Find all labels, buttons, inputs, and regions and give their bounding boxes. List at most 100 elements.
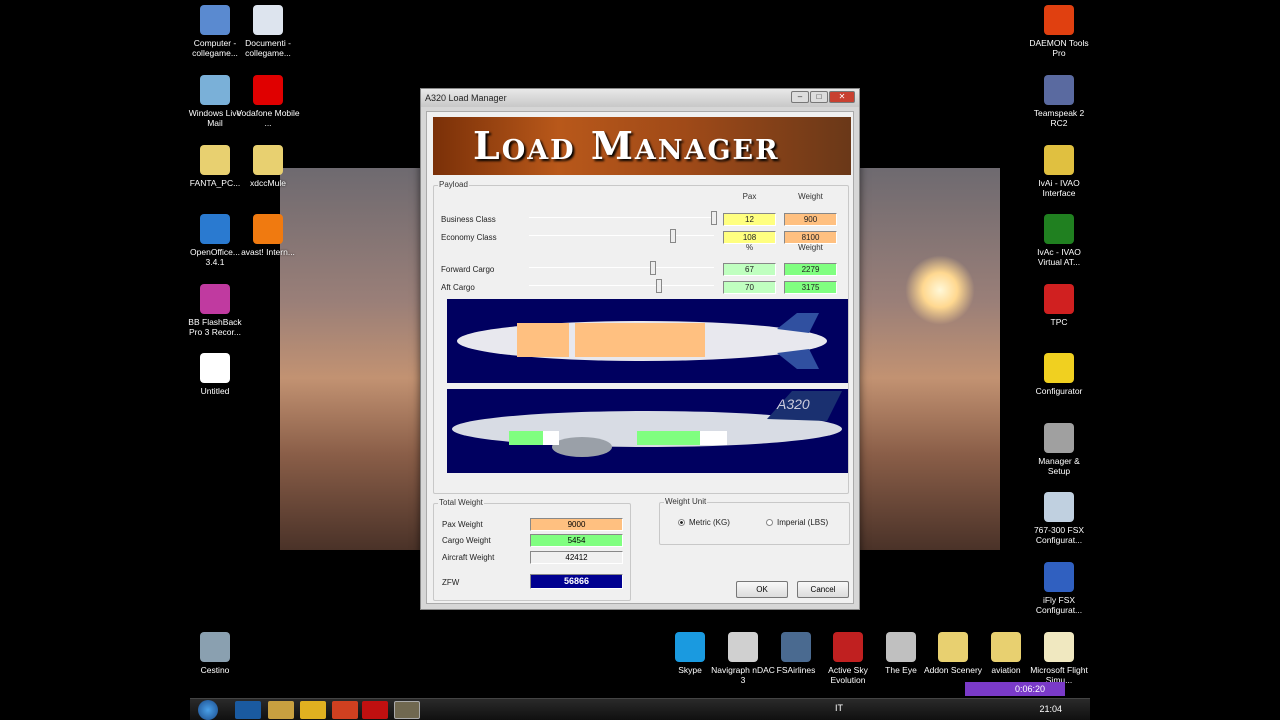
title-bar[interactable]: A320 Load Manager – □ ✕ bbox=[421, 89, 859, 107]
window-title: A320 Load Manager bbox=[425, 93, 507, 103]
desktop-icon[interactable]: avast! Intern... bbox=[236, 214, 300, 257]
slider-thumb[interactable] bbox=[670, 229, 677, 243]
zfw-value: 56866 bbox=[530, 574, 623, 589]
desktop-icon[interactable]: Manager & Setup bbox=[1027, 423, 1091, 476]
shortcut-icon bbox=[200, 5, 230, 35]
desktop-icon[interactable]: Teamspeak 2 RC2 bbox=[1027, 75, 1091, 128]
economy-class-slider[interactable] bbox=[529, 229, 714, 243]
ie-taskbar-icon[interactable] bbox=[235, 701, 261, 719]
shortcut-icon bbox=[253, 145, 283, 175]
banner-title: Load Manager bbox=[473, 123, 780, 168]
shortcut-icon bbox=[200, 75, 230, 105]
recorder-bar[interactable]: 0:06:20 bbox=[965, 682, 1065, 696]
minimize-button[interactable]: – bbox=[791, 91, 809, 103]
business-load-area bbox=[517, 323, 569, 357]
desktop-icon[interactable]: IvAi - IVAO Interface bbox=[1027, 145, 1091, 198]
weight-unit-group: Weight Unit Metric (KG) Imperial (LBS) bbox=[659, 497, 850, 545]
desktop-icon[interactable]: Untitled bbox=[183, 353, 247, 396]
cancel-button[interactable]: Cancel bbox=[797, 581, 849, 598]
metric-radio[interactable]: Metric (KG) bbox=[678, 518, 730, 527]
forward-cargo-label: Forward Cargo bbox=[441, 265, 495, 274]
load-manager-window: A320 Load Manager – □ ✕ Load Manager Pay… bbox=[420, 88, 860, 610]
radio-empty-icon bbox=[766, 519, 773, 526]
tail-text: A320 bbox=[776, 396, 810, 412]
slider-thumb[interactable] bbox=[655, 279, 662, 293]
desktop-icon[interactable]: Configurator bbox=[1027, 353, 1091, 396]
acrobat-taskbar-icon[interactable] bbox=[362, 701, 388, 719]
desktop-icon[interactable]: 767-300 FSX Configurat... bbox=[1027, 492, 1091, 545]
desktop-icon[interactable]: Cestino bbox=[183, 632, 247, 675]
desktop-icon[interactable]: DAEMON Tools Pro bbox=[1027, 5, 1091, 58]
desktop-icon-label: IvAi - IVAO Interface bbox=[1038, 178, 1080, 198]
desktop-icon-label: Untitled bbox=[200, 386, 230, 396]
forward-cargo-slider[interactable] bbox=[529, 261, 714, 275]
close-button[interactable]: ✕ bbox=[829, 91, 855, 103]
desktop-icon[interactable]: iFly FSX Configurat... bbox=[1027, 562, 1091, 615]
pax-weight-value: 9000 bbox=[530, 518, 623, 531]
desktop-icon[interactable]: IvAc - IVAO Virtual AT... bbox=[1027, 214, 1091, 267]
shortcut-icon bbox=[200, 284, 230, 314]
desktop-icon-label: DAEMON Tools Pro bbox=[1029, 38, 1089, 58]
aft-cargo-value: 70 bbox=[723, 281, 776, 294]
slider-thumb[interactable] bbox=[649, 261, 656, 275]
aircraft-weight-label: Aircraft Weight bbox=[442, 553, 495, 562]
shortcut-icon bbox=[1044, 632, 1074, 662]
side-view-image: A320 bbox=[447, 389, 848, 473]
clock[interactable]: 21:04 bbox=[1039, 704, 1062, 714]
aft-cargo-fill bbox=[637, 431, 700, 445]
desktop-icon[interactable]: TPC bbox=[1027, 284, 1091, 327]
language-indicator[interactable]: IT bbox=[835, 703, 843, 713]
ok-button[interactable]: OK bbox=[736, 581, 788, 598]
shortcut-icon bbox=[253, 5, 283, 35]
explorer-taskbar-icon[interactable] bbox=[268, 701, 294, 719]
metric-label: Metric (KG) bbox=[689, 518, 730, 527]
shortcut-icon bbox=[1044, 75, 1074, 105]
economy-load-area bbox=[575, 323, 705, 357]
loadmanager-taskbar-icon[interactable] bbox=[394, 701, 420, 719]
desktop-icon[interactable]: Documenti - collegame... bbox=[236, 5, 300, 58]
forward-cargo-fill bbox=[509, 431, 543, 445]
total-weight-group: Total Weight Pax Weight 9000 Cargo Weigh… bbox=[433, 498, 631, 601]
desktop-icon-label: Teamspeak 2 RC2 bbox=[1033, 108, 1085, 128]
shortcut-icon bbox=[200, 214, 230, 244]
start-button[interactable] bbox=[198, 700, 218, 720]
percent-header: % bbox=[745, 243, 754, 252]
shortcut-icon bbox=[1044, 492, 1074, 522]
shortcut-icon bbox=[728, 632, 758, 662]
maximize-button[interactable]: □ bbox=[810, 91, 828, 103]
pax-weight-label: Pax Weight bbox=[442, 520, 483, 529]
shortcut-icon bbox=[991, 632, 1021, 662]
business-class-slider[interactable] bbox=[529, 211, 717, 225]
aircraft-weight-value: 42412 bbox=[530, 551, 623, 564]
desktop-icon[interactable]: Vodafone Mobile ... bbox=[236, 75, 300, 128]
shortcut-icon bbox=[1044, 5, 1074, 35]
slider-thumb[interactable] bbox=[711, 211, 717, 225]
desktop-icon-label: Documenti - collegame... bbox=[245, 38, 291, 58]
taskbar: IT 21:04 bbox=[190, 698, 1090, 720]
zfw-label: ZFW bbox=[442, 578, 460, 587]
cargo-weight-value: 5454 bbox=[530, 534, 623, 547]
desktop-icon-label: xdccMule bbox=[250, 178, 286, 188]
desktop-icon-label: Vodafone Mobile ... bbox=[236, 108, 300, 128]
pax-header: Pax bbox=[742, 192, 757, 201]
desktop-icon[interactable]: xdccMule bbox=[236, 145, 300, 188]
recorder-time: 0:06:20 bbox=[1015, 684, 1046, 694]
desktop-icon-label: BB FlashBack Pro 3 Recor... bbox=[188, 317, 242, 337]
imperial-radio[interactable]: Imperial (LBS) bbox=[766, 518, 828, 527]
weight-header: Weight bbox=[798, 192, 823, 201]
desktop-icon-label: Manager & Setup bbox=[1038, 456, 1080, 476]
desktop-icon-label: Cestino bbox=[200, 665, 230, 675]
cargo-weight-header: Weight bbox=[798, 243, 823, 252]
shortcut-icon bbox=[200, 145, 230, 175]
desktop-icon[interactable]: BB FlashBack Pro 3 Recor... bbox=[183, 284, 247, 337]
payload-group: Payload Pax Weight % Weight Business Cla… bbox=[433, 180, 849, 494]
desktop-icon[interactable]: Microsoft Flight Simu... bbox=[1027, 632, 1091, 685]
imperial-label: Imperial (LBS) bbox=[777, 518, 829, 527]
aft-cargo-slider[interactable] bbox=[529, 279, 714, 293]
chrome-taskbar-icon[interactable] bbox=[332, 701, 358, 719]
economy-class-label: Economy Class bbox=[441, 233, 497, 242]
media-taskbar-icon[interactable] bbox=[300, 701, 326, 719]
forward-cargo-weight: 2279 bbox=[784, 263, 837, 276]
shortcut-icon bbox=[1044, 284, 1074, 314]
shortcut-icon bbox=[1044, 145, 1074, 175]
